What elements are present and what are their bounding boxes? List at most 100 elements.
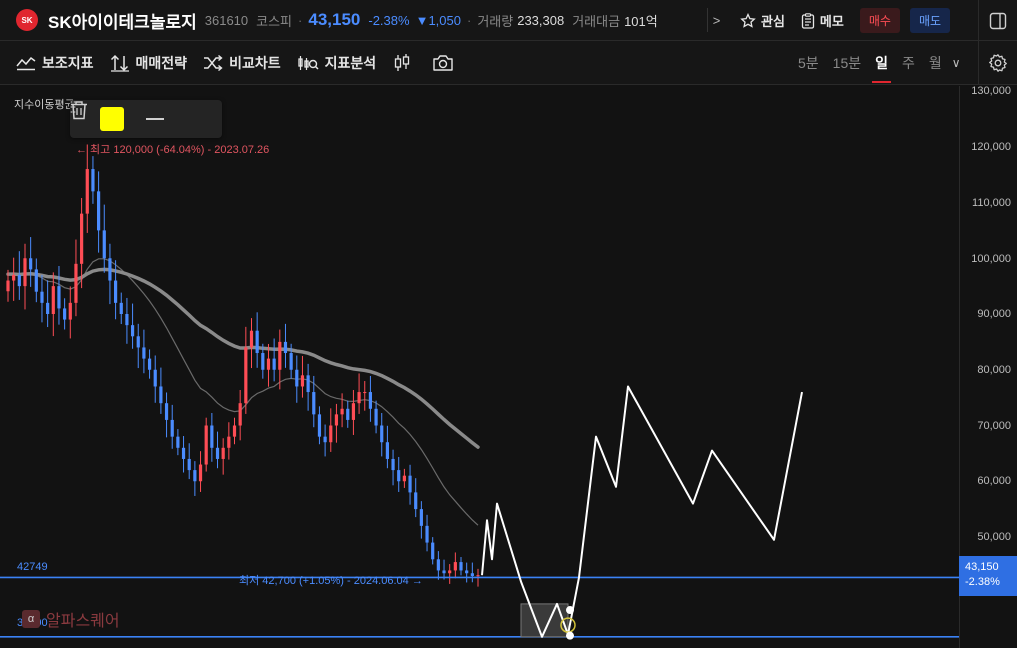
candle-body xyxy=(6,280,10,292)
period-month[interactable]: 월 xyxy=(929,41,942,85)
memo-button[interactable]: 메모 xyxy=(801,11,844,30)
strategy-button[interactable]: 매매전략 xyxy=(110,53,188,73)
candle-body xyxy=(29,258,33,270)
candle-body xyxy=(142,347,146,359)
candlestick-icon xyxy=(394,53,410,71)
indicator-label: 보조지표 xyxy=(42,54,94,71)
chart-canvas[interactable] xyxy=(0,86,959,648)
candle-body xyxy=(17,274,21,287)
candle-body xyxy=(34,269,38,292)
candle-body xyxy=(340,408,344,415)
candle-body xyxy=(346,408,350,420)
stock-header: SK SK아이이테크놀로지 361610 코스피 · 43,150 -2.38%… xyxy=(0,0,1017,41)
watermark-text: 알파스퀘어 xyxy=(46,613,120,630)
candle-body xyxy=(113,280,118,303)
candle-body xyxy=(266,358,271,370)
candle-body xyxy=(419,509,423,526)
period-day[interactable]: 일 xyxy=(872,41,891,85)
candle-body xyxy=(176,436,180,448)
candle-body xyxy=(436,559,440,571)
chart-toolbar: 보조지표 매매전략 비교차트 지표분석 5분 15분 일 주 월 ∨ xyxy=(0,41,1017,85)
candle-body xyxy=(459,562,463,571)
compare-button[interactable]: 비교차트 xyxy=(203,53,281,73)
candle-body xyxy=(380,425,384,443)
candle-body xyxy=(374,408,378,426)
strategy-icon xyxy=(110,54,129,72)
candle-body xyxy=(323,436,327,443)
candle-body xyxy=(204,425,208,465)
change-percent: -2.38% xyxy=(368,12,410,28)
period-15min[interactable]: 15분 xyxy=(833,41,861,85)
line-style-icon[interactable] xyxy=(146,118,164,120)
candle-body xyxy=(283,341,288,354)
analysis-icon xyxy=(297,55,319,70)
candle-body xyxy=(198,464,203,482)
period-week[interactable]: 주 xyxy=(902,41,915,85)
star-icon xyxy=(740,12,756,28)
candle-body xyxy=(57,286,61,309)
indicator-button[interactable]: 보조지표 xyxy=(16,53,94,73)
analysis-button[interactable]: 지표분석 xyxy=(297,53,377,73)
watchlist-button[interactable]: 관심 xyxy=(740,11,785,30)
buy-button[interactable]: 매수 xyxy=(859,8,900,33)
candle-body xyxy=(68,302,72,320)
strategy-label: 매매전략 xyxy=(135,54,188,71)
compare-icon xyxy=(204,54,223,71)
candle-body xyxy=(385,442,389,459)
period-selector: 5분 15분 일 주 월 ∨ xyxy=(798,41,961,85)
gear-icon[interactable] xyxy=(978,41,1017,85)
candle-body xyxy=(232,425,237,437)
current-price-tag: 43,150 -2.38% xyxy=(959,556,1017,596)
separator: · xyxy=(298,12,303,28)
analysis-label: 지표분석 xyxy=(324,54,377,71)
memo-label: 메모 xyxy=(819,14,844,29)
separator: · xyxy=(466,12,472,28)
candle-body xyxy=(91,169,95,192)
market-name: 코스피 xyxy=(256,13,293,29)
chevron-right-icon[interactable]: > xyxy=(707,8,725,32)
candle-body xyxy=(108,258,112,281)
projection-line xyxy=(481,385,803,638)
period-5min[interactable]: 5분 xyxy=(798,41,819,85)
candle-body xyxy=(397,470,401,482)
candle-body xyxy=(306,375,310,393)
candle-type-button[interactable] xyxy=(392,53,412,73)
candle-body xyxy=(334,414,339,426)
drawing-toolbar xyxy=(70,100,222,138)
memo-icon xyxy=(801,12,815,29)
candle-body xyxy=(63,308,67,320)
hline-upper-label: 42749 xyxy=(17,561,48,573)
screenshot-button[interactable] xyxy=(432,54,454,72)
camera-icon xyxy=(433,54,453,71)
candle-body xyxy=(425,525,429,543)
stock-code: 361610 xyxy=(204,12,249,28)
current-price-value: 43,150 xyxy=(965,561,999,573)
change-amount: ▼1,050 xyxy=(415,12,461,28)
y-tick-label: 70,000 xyxy=(977,420,1011,432)
candle-body xyxy=(215,447,220,459)
color-swatch[interactable] xyxy=(100,107,124,131)
stock-name[interactable]: SK아이이테크놀로지 xyxy=(48,8,197,33)
candle-body xyxy=(300,375,305,387)
indicator-legend[interactable]: 지수이동평균 xyxy=(14,96,75,112)
candle-body xyxy=(295,369,299,387)
ema-short-line xyxy=(8,258,479,526)
candle-body xyxy=(351,403,356,420)
price-chart[interactable]: 지수이동평균 ← 최고 120,000 (-64.04%) - 2023.07.… xyxy=(0,85,1017,648)
candle-body xyxy=(227,436,231,448)
volume-label: 거래량 xyxy=(477,13,514,29)
layout-toggle-icon[interactable] xyxy=(978,0,1017,41)
watermark: α 알파스퀘어 xyxy=(22,607,120,631)
candle-body xyxy=(442,570,446,574)
candle-body xyxy=(181,447,186,459)
candle-body xyxy=(51,286,55,314)
compare-label: 비교차트 xyxy=(229,54,281,71)
y-tick-label: 130,000 xyxy=(971,85,1011,97)
chevron-down-icon[interactable]: ∨ xyxy=(952,56,961,70)
candle-body xyxy=(164,403,169,420)
candle-body xyxy=(261,353,265,370)
y-tick-label: 100,000 xyxy=(971,253,1011,265)
candle-body xyxy=(147,358,152,370)
y-tick-label: 110,000 xyxy=(972,197,1011,209)
sell-button[interactable]: 매도 xyxy=(909,8,951,33)
